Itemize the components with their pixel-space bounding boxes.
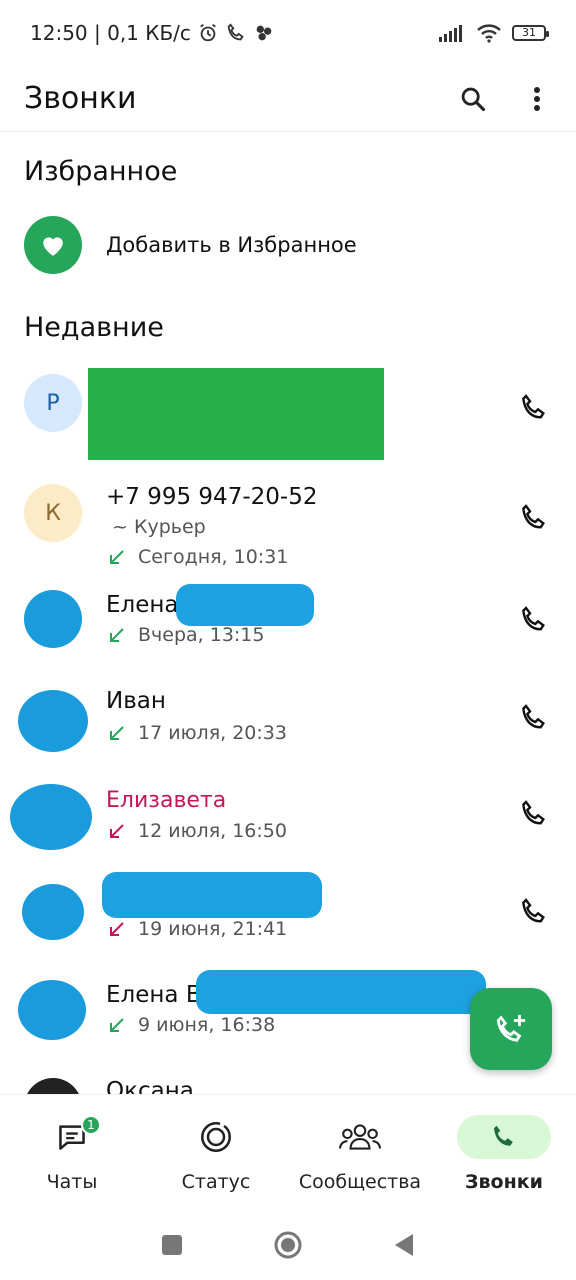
search-button[interactable] bbox=[458, 84, 488, 114]
back-button[interactable] bbox=[393, 1233, 415, 1257]
new-call-button[interactable] bbox=[470, 988, 552, 1070]
incoming-call-icon bbox=[110, 628, 124, 642]
contact-subname: ~ Курьер bbox=[112, 516, 206, 538]
tab-chats[interactable]: 1 Чаты bbox=[0, 1095, 144, 1210]
contact-name: +7 995 947-20-52 bbox=[106, 484, 318, 510]
signal-icon bbox=[439, 25, 462, 42]
contact-name: Елена bbox=[106, 592, 179, 618]
contact-name: Оксана bbox=[106, 1078, 194, 1094]
call-row[interactable]: Елена Вчера, 13:15 bbox=[0, 584, 576, 670]
phone-icon[interactable] bbox=[518, 502, 550, 534]
add-favorite-row[interactable]: Добавить в Избранное bbox=[24, 216, 357, 274]
chats-icon-wrap: 1 bbox=[25, 1115, 119, 1159]
avatar bbox=[22, 884, 84, 940]
call-row[interactable]: Иван 17 июля, 20:33 bbox=[0, 684, 576, 770]
tab-label: Звонки bbox=[465, 1171, 543, 1193]
heart-icon bbox=[43, 237, 63, 256]
call-meta: 12 июля, 16:50 bbox=[108, 820, 287, 842]
add-call-icon bbox=[496, 1014, 526, 1042]
app-notification-icon bbox=[256, 25, 272, 41]
avatar bbox=[24, 590, 82, 648]
call-time: Вчера, 13:15 bbox=[138, 624, 265, 646]
call-meta: 19 июня, 21:41 bbox=[108, 918, 287, 940]
status-icon bbox=[201, 1122, 231, 1152]
home-button[interactable] bbox=[273, 1230, 303, 1260]
status-icon-wrap bbox=[169, 1115, 263, 1159]
battery-indicator: 31 bbox=[512, 25, 549, 41]
call-row[interactable]: Оксана bbox=[0, 1074, 576, 1094]
call-time: Сегодня, 10:31 bbox=[138, 546, 289, 568]
phone-icon[interactable] bbox=[518, 604, 550, 636]
avatar bbox=[24, 1078, 82, 1094]
add-favorite-label: Добавить в Избранное bbox=[106, 233, 357, 257]
recent-heading: Недавние bbox=[24, 312, 164, 343]
incoming-call-icon bbox=[110, 726, 124, 740]
call-row[interactable]: Елизавета 12 июля, 16:50 bbox=[0, 780, 576, 870]
incoming-call-icon bbox=[110, 1018, 124, 1032]
call-status-icon bbox=[227, 23, 244, 41]
missed-call-icon bbox=[110, 922, 124, 936]
missed-call-icon bbox=[110, 824, 124, 838]
tab-label: Сообщества bbox=[298, 1171, 422, 1193]
redacted-area bbox=[88, 368, 384, 460]
calls-icon-wrap bbox=[457, 1115, 551, 1159]
avatar: К bbox=[24, 484, 82, 542]
redacted-area bbox=[102, 872, 322, 918]
system-navigation bbox=[0, 1210, 576, 1280]
status-time: 12:50 | 0,1 КБ/с bbox=[30, 21, 191, 45]
avatar bbox=[10, 784, 92, 850]
phone-icon bbox=[494, 1125, 513, 1146]
call-row[interactable]: 19 июня, 21:41 bbox=[0, 872, 576, 968]
phone-icon[interactable] bbox=[518, 702, 550, 734]
tab-label: Чаты bbox=[46, 1171, 98, 1193]
call-meta: 9 июня, 16:38 bbox=[108, 1014, 275, 1036]
avatar bbox=[18, 690, 88, 752]
tab-calls[interactable]: Звонки bbox=[432, 1095, 576, 1210]
search-icon bbox=[461, 87, 486, 111]
call-meta: Вчера, 13:15 bbox=[108, 624, 265, 646]
phone-icon[interactable] bbox=[518, 798, 550, 830]
contact-name: Иван bbox=[106, 688, 166, 714]
incoming-call-icon bbox=[110, 550, 124, 564]
contact-name: Елизавета bbox=[106, 788, 227, 813]
tab-communities[interactable]: Сообщества bbox=[288, 1095, 432, 1210]
call-time: 17 июля, 20:33 bbox=[138, 722, 287, 744]
contact-name: Елена В bbox=[106, 982, 202, 1008]
page-title: Звонки bbox=[24, 81, 137, 116]
redacted-area bbox=[196, 970, 486, 1014]
avatar bbox=[18, 980, 86, 1040]
call-time: 19 июня, 21:41 bbox=[138, 918, 288, 940]
call-time: 12 июля, 16:50 bbox=[138, 820, 287, 842]
communities-icon-wrap bbox=[313, 1115, 407, 1159]
app-bar: Звонки bbox=[0, 66, 576, 132]
bottom-navigation: 1 Чаты Статус Сообщества Звонки bbox=[0, 1094, 576, 1210]
phone-icon[interactable] bbox=[518, 896, 550, 928]
redacted-area bbox=[176, 584, 314, 626]
communities-icon bbox=[339, 1124, 381, 1150]
status-bar: 12:50 | 0,1 КБ/с 31 bbox=[0, 0, 576, 66]
recents-button[interactable] bbox=[161, 1234, 183, 1256]
phone-icon[interactable] bbox=[518, 392, 550, 424]
more-options-button[interactable] bbox=[522, 84, 552, 114]
wifi-icon bbox=[477, 24, 501, 43]
tab-status[interactable]: Статус bbox=[144, 1095, 288, 1210]
unread-badge: 1 bbox=[81, 1115, 101, 1135]
call-row[interactable]: К +7 995 947-20-52 ~ Курьер Сегодня, 10:… bbox=[0, 476, 576, 572]
call-meta: 17 июля, 20:33 bbox=[108, 722, 287, 744]
favorites-heading: Избранное bbox=[24, 156, 178, 187]
tab-label: Статус bbox=[181, 1171, 251, 1193]
call-meta: Сегодня, 10:31 bbox=[108, 546, 288, 568]
favorite-circle bbox=[24, 216, 82, 274]
call-row[interactable]: Р bbox=[0, 366, 576, 464]
call-time: 9 июня, 16:38 bbox=[138, 1014, 276, 1036]
alarm-icon bbox=[200, 23, 216, 42]
avatar: Р bbox=[24, 374, 82, 432]
more-vert-icon bbox=[534, 86, 540, 111]
